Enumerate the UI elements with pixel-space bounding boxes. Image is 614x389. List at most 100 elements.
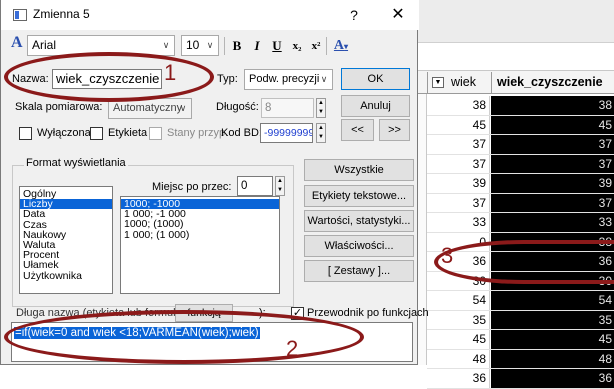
font-size-select[interactable]: 10 ∨ xyxy=(181,35,219,56)
font-color-icon: A xyxy=(333,38,345,53)
text-labels-button[interactable]: Etykiety tekstowe... xyxy=(304,185,414,207)
cell-wiek-czyszczenie[interactable]: 33 xyxy=(491,213,614,232)
help-button[interactable]: ? xyxy=(343,4,365,26)
all-specifications-button[interactable]: Wszystkie specyfikacje xyxy=(304,159,414,196)
cell-wiek[interactable]: 39 xyxy=(427,174,490,193)
number-format-item[interactable]: 1 000; (1 000) xyxy=(121,229,279,240)
table-row: 38 38 xyxy=(427,96,614,116)
table-row: 33 33 xyxy=(427,213,614,233)
type-select-value: Podw. precyzji xyxy=(249,73,320,85)
cell-wiek[interactable]: 45 xyxy=(427,115,490,134)
length-spinner[interactable]: ▲ ▼ xyxy=(316,98,326,118)
column-header-wiek[interactable]: wiek xyxy=(427,72,490,93)
function-guide-label: Przewodnik po funkcjach xyxy=(307,307,429,319)
cell-wiek[interactable]: 36 xyxy=(427,369,490,388)
table-row: 39 39 xyxy=(427,174,614,194)
chevron-down-icon: ∨ xyxy=(320,74,328,84)
annotation-number-2: 2 xyxy=(286,336,299,361)
cell-wiek-czyszczenie[interactable]: 38 xyxy=(491,96,614,115)
annotation-ellipse-1 xyxy=(4,52,214,102)
length-label: Długość: xyxy=(216,101,259,113)
toolbar-divider xyxy=(224,37,225,55)
font-icon: A xyxy=(11,34,23,51)
window-icon xyxy=(13,9,27,21)
annotation-number-1: 1 xyxy=(164,60,177,85)
display-format-title: Format wyświetlania xyxy=(24,157,128,169)
format-list-item[interactable]: Ułamek xyxy=(20,260,112,271)
next-variable-button[interactable]: >> xyxy=(379,119,410,141)
cell-wiek-czyszczenie[interactable]: 54 xyxy=(491,291,614,310)
cell-wiek[interactable]: 45 xyxy=(427,330,490,349)
cell-wiek-czyszczenie[interactable]: 45 xyxy=(491,115,614,134)
decimal-places-spinner[interactable]: ▲ ▼ xyxy=(275,176,285,196)
column-header-wiek-czyszczenie[interactable]: wiek_czyszczenie xyxy=(491,72,614,93)
table-row: 36 36 xyxy=(427,369,614,389)
cell-wiek-czyszczenie[interactable]: 39 xyxy=(491,174,614,193)
cell-wiek[interactable]: 37 xyxy=(427,135,490,154)
cell-wiek-czyszczenie[interactable]: 37 xyxy=(491,154,614,173)
cell-wiek-czyszczenie[interactable]: 36 xyxy=(491,369,614,388)
case-states-label: Stany przyp. xyxy=(167,127,229,139)
subscript-button[interactable]: x₂ xyxy=(288,36,306,56)
disabled-checkbox[interactable] xyxy=(19,127,32,140)
cell-wiek[interactable]: 37 xyxy=(427,193,490,212)
missing-code-label: Kod BD: xyxy=(221,127,262,139)
cell-wiek[interactable]: 48 xyxy=(427,349,490,368)
measurement-scale-value: Automatyczny xyxy=(113,102,183,114)
disabled-checkbox-label: Wyłączona xyxy=(37,127,91,139)
cancel-button[interactable]: Anuluj xyxy=(341,95,410,117)
format-list-item[interactable]: Użytkownika xyxy=(20,270,112,281)
label-checkbox[interactable] xyxy=(90,127,103,140)
type-select[interactable]: Podw. precyzji ∨ xyxy=(244,69,333,90)
cell-wiek-czyszczenie[interactable]: 48 xyxy=(491,349,614,368)
chevron-down-icon: ▾ xyxy=(344,42,349,51)
missing-code-spinner[interactable]: ▲ ▼ xyxy=(316,123,326,143)
previous-variable-button[interactable]: << xyxy=(341,119,374,141)
sets-button[interactable]: [ Zestawy ]... xyxy=(304,260,414,282)
cell-wiek[interactable]: 38 xyxy=(427,96,490,115)
font-select-value: Arial xyxy=(32,38,57,52)
table-row: 35 35 xyxy=(427,310,614,330)
cell-wiek-czyszczenie[interactable]: 35 xyxy=(491,310,614,329)
table-row: 45 45 xyxy=(427,330,614,350)
title-bar: Zmienna 5 ? ✕ xyxy=(1,0,419,30)
missing-code-input[interactable]: -999999998 xyxy=(260,123,313,143)
number-format-list[interactable]: 1000; -1000 1 000; -1 000 1000; (1000) 1 00… xyxy=(120,196,280,294)
bold-button[interactable]: B xyxy=(229,36,245,56)
ok-button[interactable]: OK xyxy=(341,68,410,90)
cell-wiek[interactable]: 33 xyxy=(427,213,490,232)
table-row: 37 37 xyxy=(427,193,614,213)
annotation-ellipse-2 xyxy=(4,310,364,364)
annotation-ellipse-3 xyxy=(434,240,614,284)
toolbar-divider xyxy=(326,37,327,55)
superscript-button[interactable]: x² xyxy=(307,36,325,56)
format-type-list[interactable]: Ogólny Liczby Data Czas Naukowy Waluta Procent… xyxy=(19,186,113,294)
cell-wiek-czyszczenie[interactable]: 37 xyxy=(491,193,614,212)
table-row: 45 45 xyxy=(427,115,614,135)
cell-wiek-czyszczenie[interactable]: 45 xyxy=(491,330,614,349)
font-color-button[interactable]: A▾ xyxy=(329,36,353,56)
cell-wiek[interactable]: 35 xyxy=(427,310,490,329)
cell-wiek[interactable]: 54 xyxy=(427,291,490,310)
label-checkbox-label: Etykieta xyxy=(108,127,148,139)
table-row: 54 54 xyxy=(427,291,614,311)
decimal-places-input[interactable]: 0 xyxy=(237,176,273,196)
chevron-down-icon: ∨ xyxy=(206,40,214,50)
table-row: 37 37 xyxy=(427,154,614,174)
underline-button[interactable]: U xyxy=(269,36,285,56)
chevron-down-icon: ∨ xyxy=(179,103,187,113)
table-row: 37 37 xyxy=(427,135,614,155)
italic-button[interactable]: I xyxy=(249,36,265,56)
length-input[interactable]: 8 xyxy=(261,98,314,118)
table-row: 48 48 xyxy=(427,349,614,369)
values-statistics-button[interactable]: Wartości, statystyki... xyxy=(304,210,414,232)
decimal-places-label: Miejsc po przec: xyxy=(152,181,232,193)
annotation-number-3: 3 xyxy=(441,243,454,268)
cell-wiek-czyszczenie[interactable]: 37 xyxy=(491,135,614,154)
case-states-checkbox[interactable] xyxy=(149,127,162,140)
chevron-down-icon: ∨ xyxy=(162,40,170,50)
properties-button[interactable]: Właściwości... xyxy=(304,235,414,257)
close-button[interactable]: ✕ xyxy=(387,4,409,26)
measurement-scale-label: Skala pomiarowa: xyxy=(15,101,103,113)
cell-wiek[interactable]: 37 xyxy=(427,154,490,173)
